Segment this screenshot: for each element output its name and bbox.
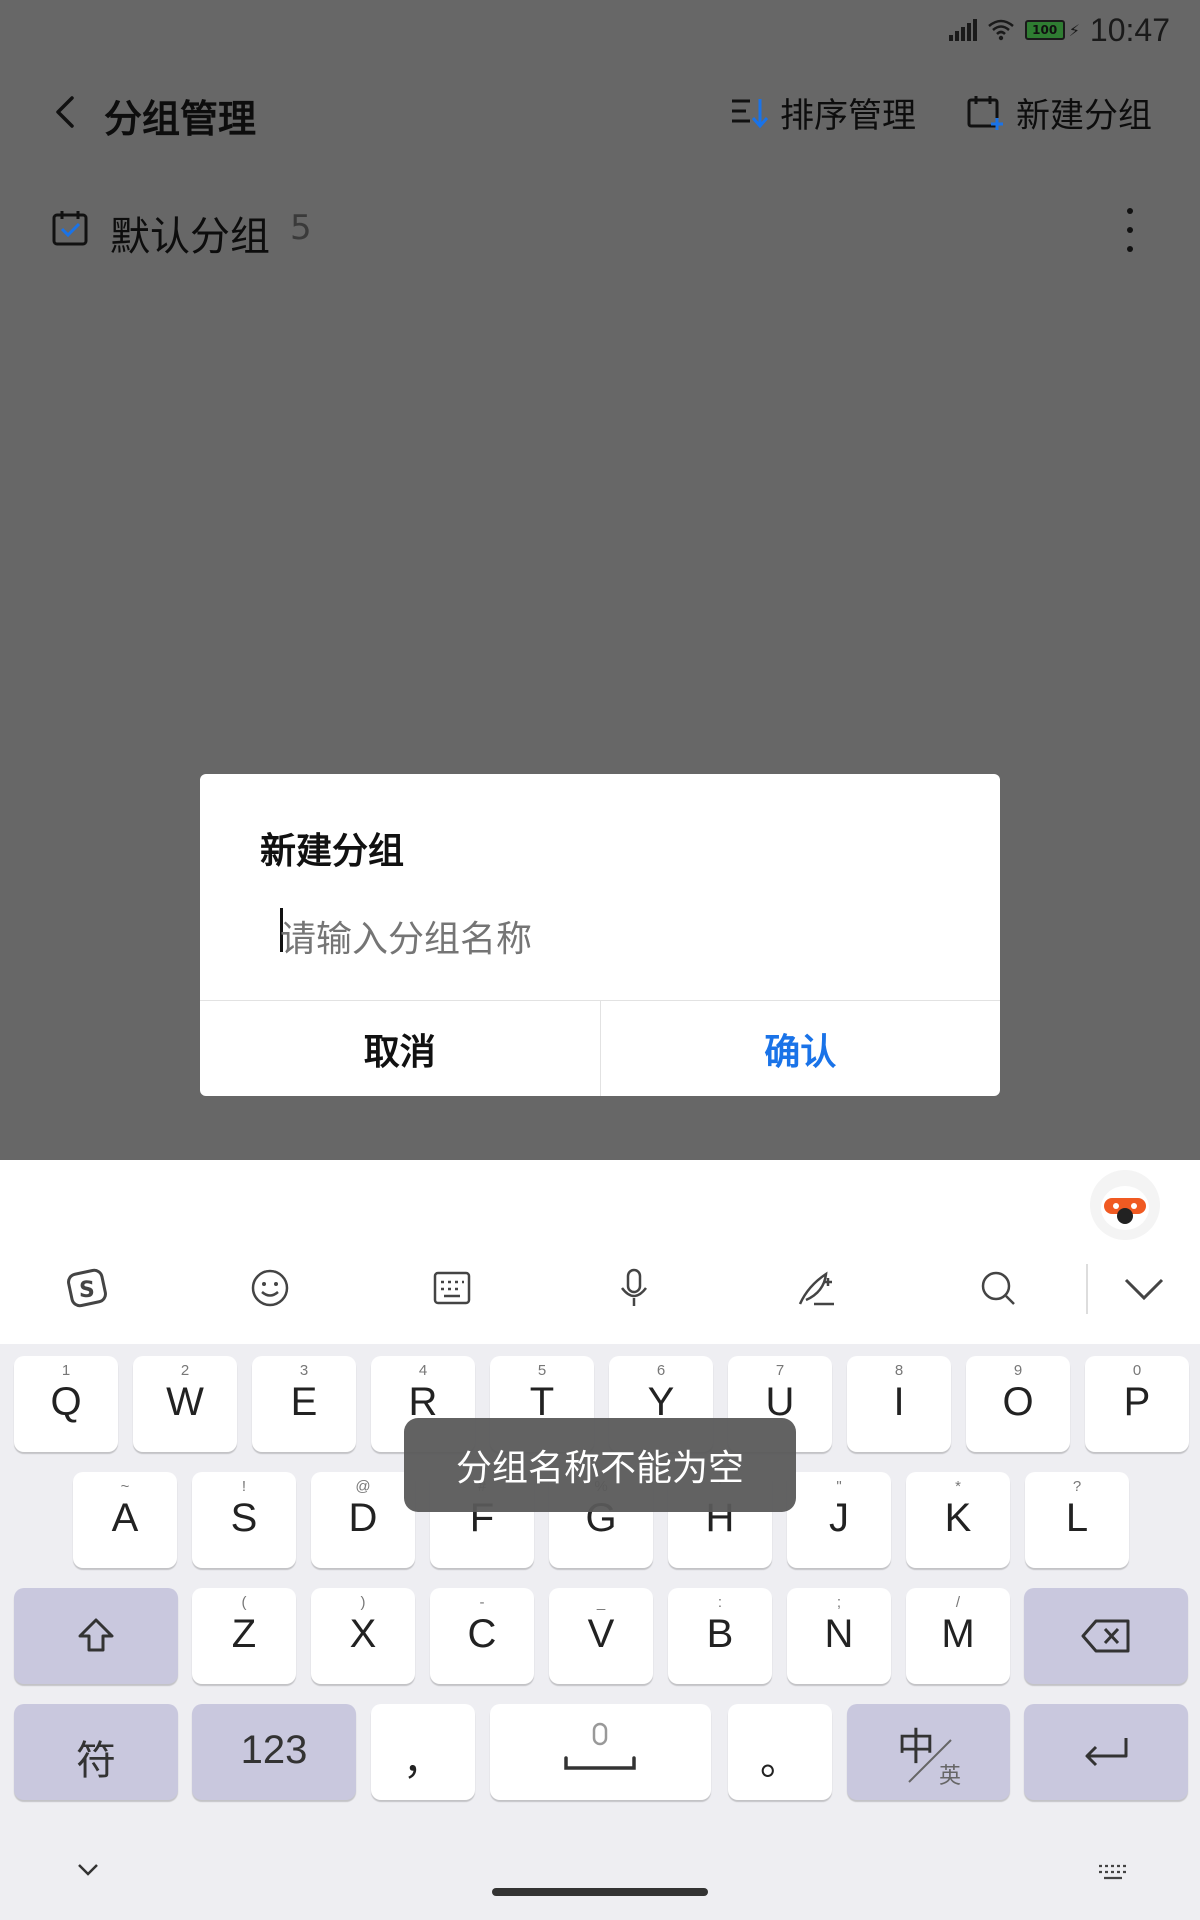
backspace-icon (1081, 1619, 1130, 1653)
enter-key[interactable] (1024, 1704, 1188, 1800)
emoji-icon[interactable] (248, 1266, 292, 1310)
confirm-button[interactable]: 确认 (601, 1001, 1001, 1096)
space-key[interactable] (490, 1704, 711, 1800)
status-time: 10:47 (1089, 11, 1170, 48)
soft-keyboard: S 1Q 2W 3E 4R 5T 6Y 7U 8 I 9 O 0 P ~ A !… (0, 1160, 1200, 1920)
key-o[interactable]: 9O (966, 1356, 1070, 1452)
key-n[interactable]: ; N (787, 1588, 891, 1684)
language-switch-key[interactable]: 中 英 (847, 1704, 1010, 1800)
svg-text:S: S (79, 1278, 95, 1303)
key-e[interactable]: 3E (252, 1356, 356, 1452)
new-group-icon (967, 95, 1003, 130)
group-name: 默认分组 (110, 214, 270, 260)
lang-slash-icon (908, 1739, 952, 1783)
period-key[interactable]: 。 (728, 1704, 832, 1800)
hide-keyboard-chevron-icon[interactable] (76, 1862, 100, 1878)
key-w[interactable]: 2W (133, 1356, 237, 1452)
key-x[interactable]: ) X (311, 1588, 415, 1684)
keyboard-switch-icon[interactable] (1096, 1862, 1130, 1882)
battery-indicator: 100 ⚡ (1024, 20, 1080, 40)
sort-management-button[interactable]: 排序管理 (730, 88, 916, 137)
key-v[interactable]: _ V (549, 1588, 653, 1684)
shift-icon (78, 1618, 114, 1652)
key-l[interactable]: ? L (1025, 1472, 1129, 1568)
back-arrow-icon[interactable] (46, 92, 86, 132)
status-bar: 100 ⚡ 10:47 (948, 11, 1170, 48)
home-indicator[interactable] (492, 1888, 708, 1896)
wifi-icon (987, 19, 1014, 41)
comma-key[interactable]: ， (371, 1704, 475, 1800)
keyboard-layout-icon[interactable] (430, 1266, 474, 1310)
page-title: 分组管理 (104, 97, 257, 141)
search-icon[interactable] (976, 1266, 1020, 1310)
key-p[interactable]: 0P (1085, 1356, 1189, 1452)
dialog-title: 新建分组 (260, 831, 405, 872)
sort-management-label: 排序管理 (780, 96, 916, 136)
group-count: 5 (290, 208, 312, 248)
microphone-icon[interactable] (612, 1266, 656, 1310)
handwriting-icon[interactable] (794, 1266, 838, 1310)
keyboard-toolbar: S (0, 1160, 1200, 1344)
space-mic-icon (564, 1722, 636, 1770)
battery-level: 100 (1024, 20, 1065, 40)
key-a[interactable]: ~ A (73, 1472, 177, 1568)
toolbar-divider (1086, 1264, 1088, 1314)
mascot-icon[interactable] (1090, 1170, 1160, 1240)
sort-icon (732, 98, 769, 128)
signal-icon (948, 19, 977, 41)
toast-message: 分组名称不能为空 (404, 1418, 796, 1512)
calendar-check-icon (52, 211, 88, 246)
group-name-input[interactable] (280, 904, 940, 974)
new-group-button[interactable]: 新建分组 (966, 88, 1152, 137)
key-q[interactable]: 1Q (14, 1356, 118, 1452)
key-j[interactable]: " J (787, 1472, 891, 1568)
top-bar: 分组管理 排序管理 新建分组 (0, 78, 1200, 146)
key-d[interactable]: @ D (311, 1472, 415, 1568)
key-b[interactable]: :B (668, 1588, 772, 1684)
new-group-label: 新建分组 (1016, 96, 1152, 136)
key-c[interactable]: -C (430, 1588, 534, 1684)
sogou-logo-icon[interactable]: S (66, 1266, 110, 1310)
charging-icon: ⚡ (1068, 20, 1080, 40)
collapse-keyboard-icon[interactable] (1122, 1266, 1166, 1310)
key-z[interactable]: (Z (192, 1588, 296, 1684)
enter-icon (1085, 1738, 1128, 1767)
cancel-button[interactable]: 取消 (200, 1001, 601, 1096)
key-s[interactable]: ! S (192, 1472, 296, 1568)
group-list-item[interactable]: 默认分组 5 (0, 196, 1200, 266)
key-m[interactable]: / M (906, 1588, 1010, 1684)
backspace-key[interactable] (1024, 1588, 1188, 1684)
more-options-icon[interactable] (1120, 208, 1140, 252)
shift-key[interactable] (14, 1588, 178, 1684)
symbols-key[interactable]: 符 (14, 1704, 178, 1800)
numbers-key[interactable]: 123 (192, 1704, 356, 1800)
key-i[interactable]: 8I (847, 1356, 951, 1452)
dialog-actions: 取消 确认 (200, 1000, 1000, 1096)
new-group-dialog: 新建分组 取消 确认 (200, 774, 1000, 1096)
key-k[interactable]: * K (906, 1472, 1010, 1568)
